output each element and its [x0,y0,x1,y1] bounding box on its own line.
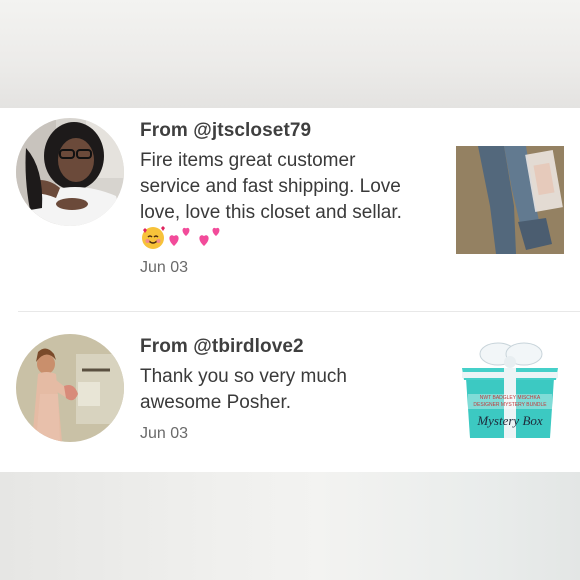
avatar[interactable] [16,334,124,442]
review-username[interactable]: From @tbirdlove2 [140,336,304,358]
avatar[interactable] [16,118,124,226]
box-label-line2: DESIGNER MYSTERY BUNDLE [473,402,547,408]
review-date: Jun 03 [140,425,189,442]
review-text-line: awesome Posher. [140,392,292,413]
review-username[interactable]: From @jtscloset79 [140,120,311,142]
review-text-line: Thank you so very much [140,366,347,387]
listing-thumbnail[interactable] [456,146,564,254]
review-text: Thank you so very much awesome Posher. [140,364,440,416]
review-text-line: love, love this closet and sellar. [140,202,402,223]
review-text: Fire items great customer service and fa… [140,148,440,226]
smiling-face-with-hearts-icon [142,226,165,249]
blurred-background-bottom [0,472,580,580]
reviews-card: From @jtscloset79 Fire items great custo… [0,108,580,472]
box-script-text: Mystery Box [476,413,543,428]
mystery-box-photo: NWT BADGLEY MISCHKA DESIGNER MYSTERY BUN… [456,334,564,442]
two-hearts-icon [199,227,220,246]
box-label-line1: NWT BADGLEY MISCHKA [480,395,541,401]
avatar-photo [16,118,124,226]
two-hearts-icon [169,227,190,246]
review-text-line: service and fast shipping. Love [140,176,401,197]
divider [18,311,580,312]
review-date: Jun 03 [140,259,189,276]
avatar-photo [16,334,124,442]
emoji-row [140,224,226,250]
blurred-background-top [0,0,580,108]
review-text-line: Fire items great customer [140,150,356,171]
listing-thumbnail[interactable]: NWT BADGLEY MISCHKA DESIGNER MYSTERY BUN… [456,334,564,442]
jeans-photo [456,146,564,254]
